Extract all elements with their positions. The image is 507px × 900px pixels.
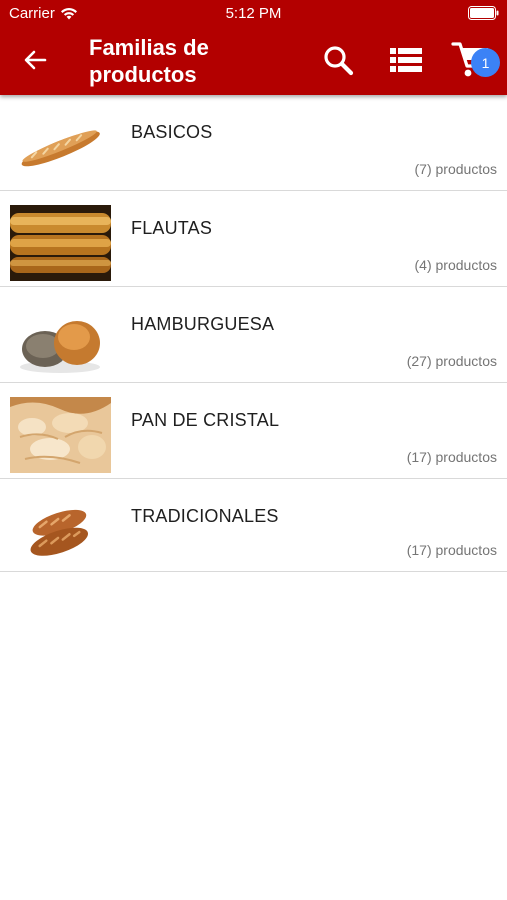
family-image-flutes: [10, 205, 111, 281]
arrow-left-icon: [24, 50, 47, 70]
family-product-count: (7) productos: [414, 161, 497, 177]
battery-icon: [468, 6, 499, 20]
family-image-crystal-bread: [10, 397, 111, 473]
page-title: Familias de productos: [89, 35, 209, 87]
family-row-tradicionales[interactable]: TRADICIONALES (17) productos: [0, 479, 507, 572]
family-name: TRADICIONALES: [131, 506, 279, 526]
search-button[interactable]: [321, 43, 355, 77]
family-row-hamburguesa[interactable]: HAMBURGUESA (27) productos: [0, 287, 507, 383]
family-product-count: (17) productos: [406, 449, 497, 465]
family-name: BASICOS: [131, 122, 213, 142]
family-name: FLAUTAS: [131, 218, 213, 238]
family-product-count: (17) productos: [406, 542, 497, 558]
family-image-rustic-loaves: [10, 493, 111, 569]
cart-count-badge: 1: [471, 48, 500, 77]
family-product-count: (27) productos: [406, 353, 497, 369]
family-product-count: (4) productos: [414, 257, 497, 273]
status-time: 5:12 PM: [225, 5, 282, 22]
family-row-basicos[interactable]: BASICOS (7) productos: [0, 95, 507, 191]
family-image-buns: [10, 301, 111, 377]
back-button[interactable]: [20, 47, 50, 73]
family-name: PAN DE CRISTAL: [131, 410, 280, 430]
family-row-pan-de-cristal[interactable]: PAN DE CRISTAL (17) productos: [0, 383, 507, 479]
family-image-baguette: [10, 109, 111, 185]
search-icon: [324, 46, 354, 76]
family-name: HAMBURGUESA: [131, 314, 275, 334]
app-bar: Carrier 5:12 PM Familias de productos 1: [0, 0, 507, 95]
status-bar: Carrier 5:12 PM: [0, 0, 507, 28]
list-view-button[interactable]: [388, 45, 424, 75]
family-row-flautas[interactable]: FLAUTAS (4) productos: [0, 191, 507, 287]
families-list: BASICOS (7) productos FLAUTAS (4) produc…: [0, 95, 507, 572]
list-icon: [390, 48, 422, 72]
